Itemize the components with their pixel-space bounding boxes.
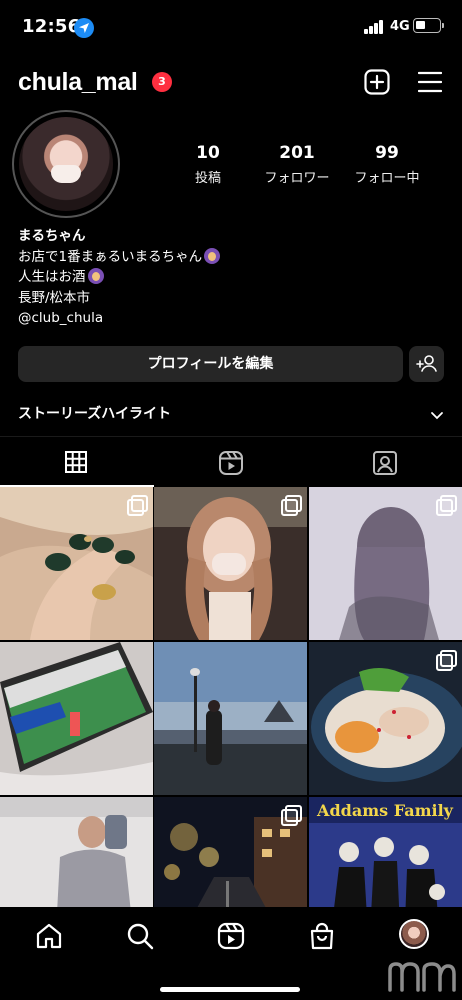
signal-icon: [364, 20, 386, 34]
emoji-icon: [87, 268, 104, 284]
post-hair[interactable]: [309, 487, 462, 640]
stat-following[interactable]: 99 フォロー中: [346, 143, 428, 193]
multi-photo-icon: [281, 805, 302, 826]
post-nails[interactable]: [0, 487, 153, 640]
network-type: 4G: [390, 19, 410, 34]
display-name: まるちゃん: [18, 228, 86, 244]
location-arrow-icon: [74, 18, 94, 38]
post-night-street[interactable]: [154, 797, 307, 907]
notification-badge[interactable]: 3: [152, 72, 172, 92]
nav-profile-avatar[interactable]: [399, 919, 429, 949]
profile-tabs: [0, 436, 462, 487]
reels-icon: [217, 922, 245, 950]
stat-posts[interactable]: 10 投稿: [180, 143, 236, 193]
edit-profile-button[interactable]: プロフィールを編集: [18, 346, 403, 382]
bio-text-2: 人生はお酒: [18, 269, 86, 285]
multi-photo-icon: [127, 495, 148, 516]
tab-reels[interactable]: [154, 437, 308, 487]
reels-icon: [219, 451, 243, 475]
shop-icon: [310, 922, 334, 950]
multi-photo-icon: [436, 650, 457, 671]
bio-line-1: お店で1番まぁるいまるちゃん: [18, 247, 448, 268]
battery-tip: [442, 23, 444, 28]
nav-shop[interactable]: [307, 921, 337, 951]
tab-grid[interactable]: [0, 437, 154, 487]
profile-header: chula_mal 3: [0, 60, 462, 104]
stat-followers[interactable]: 201 フォロワー: [254, 143, 340, 193]
post-selfie[interactable]: [154, 487, 307, 640]
username[interactable]: chula_mal: [18, 68, 138, 97]
followers-count: 201: [279, 143, 315, 163]
nav-home[interactable]: [34, 921, 64, 951]
bio-line-2: 人生はお酒: [18, 267, 448, 288]
home-indicator: [160, 987, 300, 992]
following-count: 99: [375, 143, 399, 163]
menu-button[interactable]: [417, 71, 443, 93]
post-mirror-selfie[interactable]: [0, 797, 153, 907]
posts-grid: Addams Family: [0, 487, 462, 907]
bio-line-3: 長野/松本市: [18, 289, 91, 306]
bio: まるちゃん お店で1番まぁるいまるちゃん 人生はお酒 長野/松本市 @club_…: [18, 226, 448, 329]
bio-link[interactable]: @club_chula: [18, 308, 448, 329]
multi-photo-icon: [436, 495, 457, 516]
discover-people-button[interactable]: [409, 346, 444, 382]
profile-avatar[interactable]: [19, 117, 113, 211]
avatar-mask: [51, 165, 81, 183]
search-icon: [127, 923, 154, 950]
add-person-icon: [416, 355, 437, 372]
addams-title: Addams Family: [316, 801, 454, 820]
hamburger-icon: [417, 71, 443, 93]
status-time: 12:56: [22, 16, 81, 37]
post-night-castle[interactable]: [154, 642, 307, 795]
tagged-icon: [373, 451, 397, 475]
watermark-logo: [388, 962, 456, 992]
post-addams-family[interactable]: Addams Family: [309, 797, 462, 907]
highlights-label: ストーリーズハイライト: [18, 406, 172, 422]
post-food[interactable]: [309, 642, 462, 795]
chevron-down-icon[interactable]: [430, 406, 444, 425]
post-soccer-tablet[interactable]: [0, 642, 153, 795]
grid-icon: [65, 451, 87, 473]
multi-photo-icon: [281, 495, 302, 516]
bio-text-1: お店で1番まぁるいまるちゃん: [18, 248, 203, 265]
posts-count: 10: [196, 143, 220, 163]
status-bar: 12:56 4G: [0, 0, 462, 56]
tab-tagged[interactable]: [308, 437, 462, 487]
plus-square-icon: [364, 69, 390, 95]
posts-label: 投稿: [194, 171, 221, 186]
story-highlights-row[interactable]: ストーリーズハイライト: [0, 396, 462, 428]
nav-search[interactable]: [125, 921, 155, 951]
battery-icon: [413, 18, 441, 33]
new-post-button[interactable]: [364, 69, 390, 95]
emoji-icon: [204, 247, 221, 264]
nav-reels[interactable]: [216, 921, 246, 951]
following-label: フォロー中: [354, 171, 420, 186]
home-icon: [36, 923, 62, 949]
followers-label: フォロワー: [264, 171, 330, 186]
